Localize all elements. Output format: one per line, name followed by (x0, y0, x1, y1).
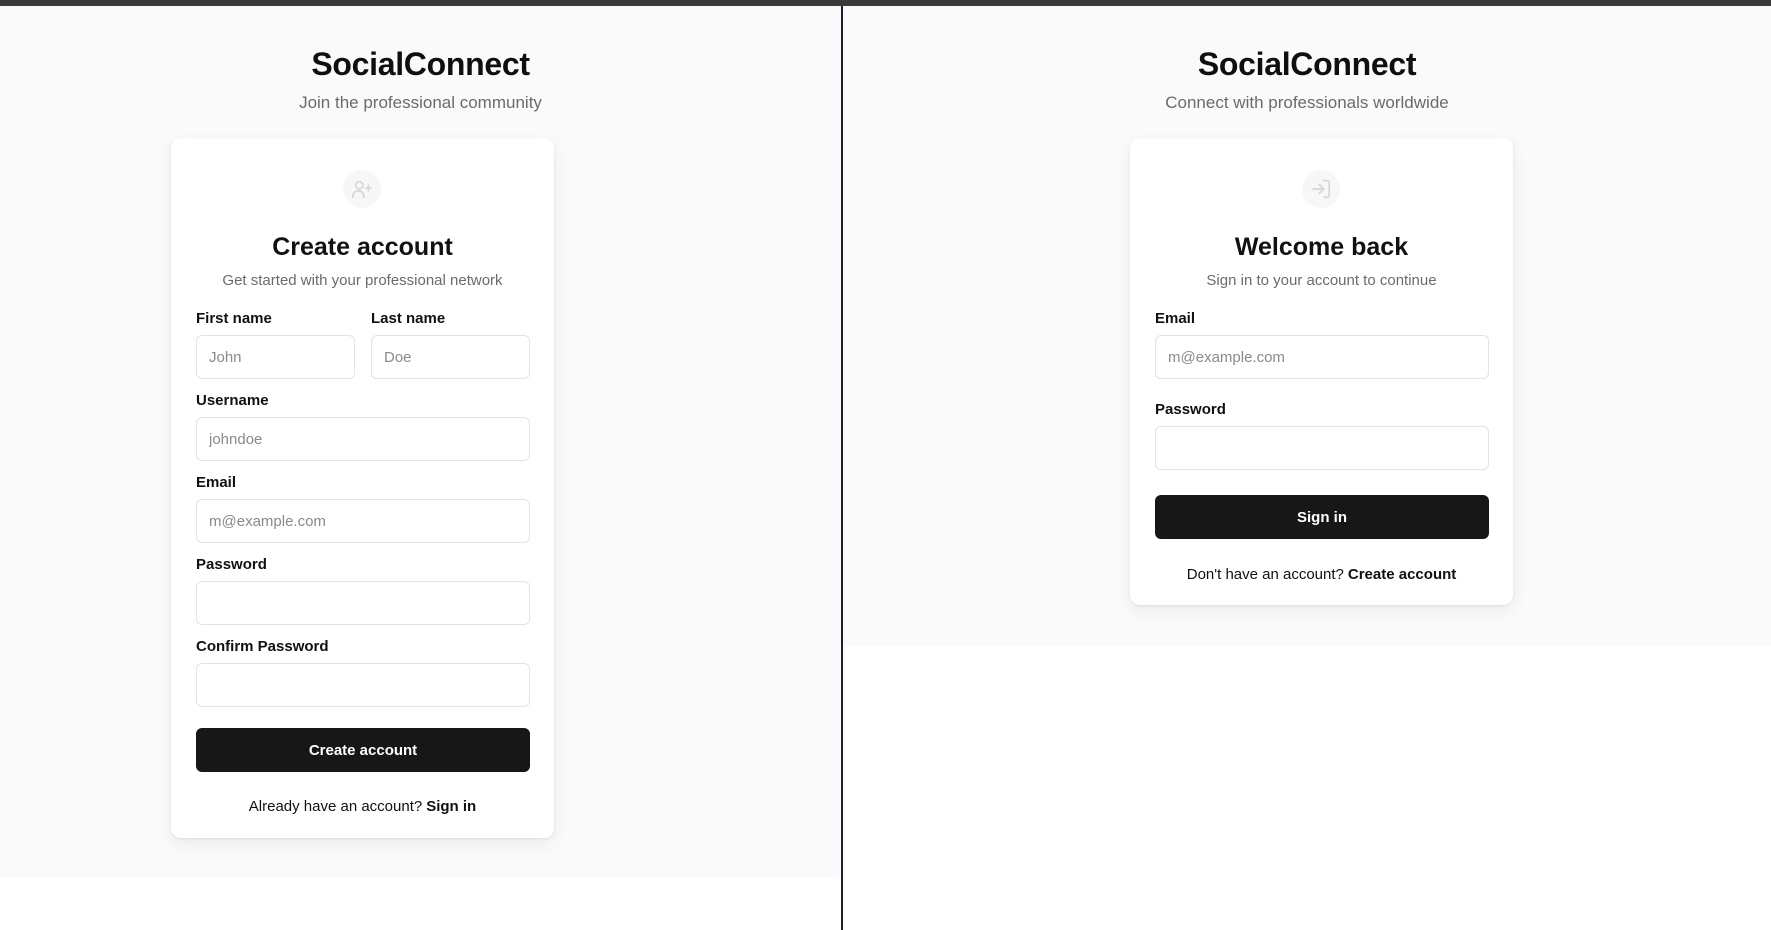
email-input[interactable] (1155, 335, 1489, 379)
signin-prompt: Already have an account? Sign in (171, 798, 554, 815)
username-label: Username (196, 392, 269, 409)
password-input[interactable] (1155, 426, 1489, 470)
signup-prompt: Don't have an account? Create account (1130, 566, 1513, 583)
confirm-password-input[interactable] (196, 663, 530, 707)
confirm-password-label: Confirm Password (196, 638, 329, 655)
card-title: Welcome back (1234, 233, 1409, 261)
log-in-icon (1302, 170, 1340, 208)
signup-pane: SocialConnect Join the professional comm… (0, 6, 841, 930)
signin-prompt-text: Already have an account? (248, 798, 423, 815)
last-name-input[interactable] (371, 335, 530, 379)
first-name-input[interactable] (196, 335, 355, 379)
card-subtitle: Sign in to your account to continue (1206, 272, 1437, 289)
brand-tagline: Connect with professionals worldwide (1165, 93, 1449, 112)
password-label: Password (196, 556, 267, 573)
password-input[interactable] (196, 581, 530, 625)
password-label: Password (1155, 401, 1226, 418)
signin-link[interactable]: Sign in (426, 798, 476, 815)
signup-prompt-text: Don't have an account? (1186, 566, 1344, 583)
email-label: Email (196, 474, 237, 491)
sign-in-button[interactable]: Sign in (1155, 495, 1489, 539)
create-account-button[interactable]: Create account (196, 728, 530, 772)
card-subtitle: Get started with your professional netwo… (222, 272, 503, 289)
signin-card: Welcome back Sign in to your account to … (1130, 138, 1513, 605)
card-title: Create account (272, 233, 453, 261)
brand-title: SocialConnect (1197, 46, 1417, 82)
brand-title: SocialConnect (311, 46, 530, 82)
signin-pane: SocialConnect Connect with professionals… (843, 6, 1771, 930)
signup-card: Create account Get started with your pro… (171, 138, 554, 838)
first-name-label: First name (196, 310, 272, 327)
brand-tagline: Join the professional community (299, 93, 542, 112)
user-plus-icon (343, 170, 381, 208)
email-input[interactable] (196, 499, 530, 543)
last-name-label: Last name (371, 310, 446, 327)
username-input[interactable] (196, 417, 530, 461)
create-account-link[interactable]: Create account (1348, 566, 1456, 583)
email-label: Email (1155, 310, 1196, 327)
